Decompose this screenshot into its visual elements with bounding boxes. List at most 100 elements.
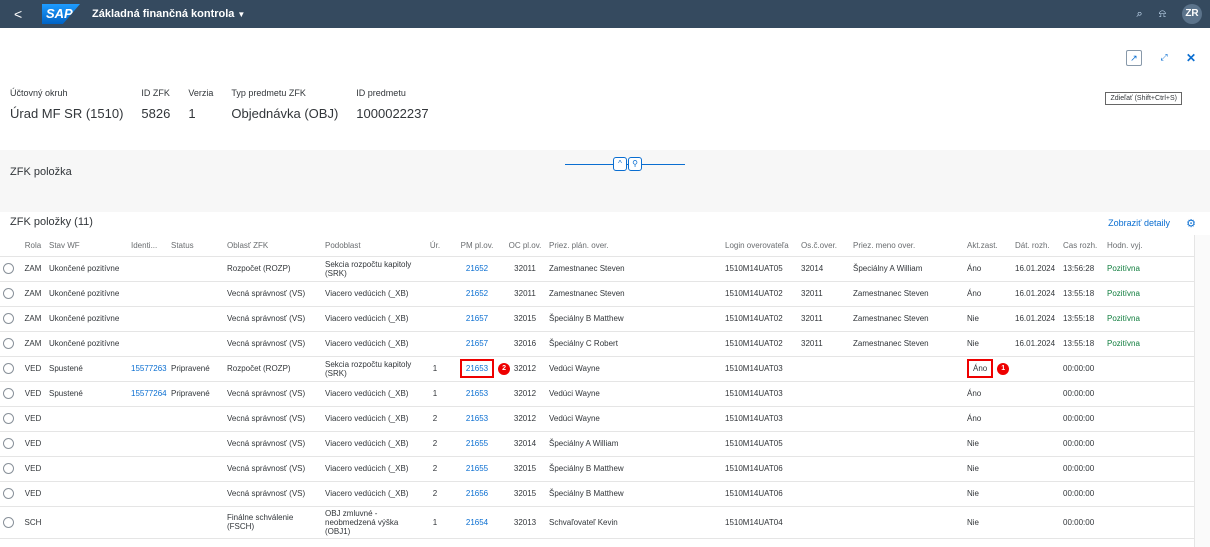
cell-text[interactable]: 15577263 bbox=[131, 364, 167, 373]
table-cell[interactable] bbox=[128, 456, 168, 482]
radio-button[interactable] bbox=[3, 313, 14, 324]
radio-button[interactable] bbox=[3, 388, 14, 399]
pin-header-button[interactable]: ⚲ bbox=[628, 157, 642, 171]
app-title-menu[interactable]: Základná finančná kontrola ▼ bbox=[92, 8, 245, 20]
table-cell[interactable]: 21654 bbox=[450, 506, 504, 539]
row-select-cell[interactable] bbox=[0, 406, 20, 432]
cell-text[interactable]: 15577264 bbox=[131, 389, 167, 398]
table-cell[interactable]: 21653 bbox=[450, 381, 504, 407]
close-icon[interactable]: ✕ bbox=[1186, 51, 1196, 65]
column-header[interactable]: Priez. meno over. bbox=[850, 235, 964, 257]
column-header[interactable]: Dát. rozh. bbox=[1012, 235, 1060, 257]
search-icon[interactable]: ⌕ bbox=[1137, 8, 1143, 21]
column-header[interactable]: Os.č.over. bbox=[798, 235, 850, 257]
cell-text[interactable]: 21657 bbox=[466, 314, 488, 323]
table-cell[interactable]: 21653 2 bbox=[450, 356, 511, 382]
column-header[interactable]: Stav WF bbox=[46, 235, 128, 257]
table-cell[interactable] bbox=[128, 406, 168, 432]
row-select-cell[interactable] bbox=[0, 481, 20, 507]
row-select-cell[interactable] bbox=[0, 431, 20, 457]
cell-text[interactable]: 21654 bbox=[466, 518, 488, 527]
cell-text[interactable]: 21655 bbox=[466, 439, 488, 448]
row-select-cell[interactable] bbox=[0, 256, 20, 282]
radio-button[interactable] bbox=[3, 438, 14, 449]
avatar[interactable]: ZR bbox=[1182, 4, 1202, 24]
column-header[interactable]: Priez. plán. over. bbox=[546, 235, 722, 257]
cell-text[interactable]: 21653 bbox=[459, 359, 495, 378]
table-cell[interactable]: 21656 bbox=[450, 481, 504, 507]
column-header[interactable]: Identi... bbox=[128, 235, 168, 257]
column-header[interactable]: Podoblast bbox=[322, 235, 420, 257]
table-cell[interactable] bbox=[128, 506, 168, 539]
column-header[interactable]: Oblasť ZFK bbox=[224, 235, 322, 257]
table-row[interactable]: ZAM Ukončené pozitívne Vecná správnosť (VS… bbox=[0, 331, 1210, 357]
radio-button[interactable] bbox=[3, 516, 14, 528]
cell-text[interactable]: 21653 bbox=[466, 414, 488, 423]
cell-text[interactable]: 21653 bbox=[466, 389, 488, 398]
radio-button[interactable] bbox=[3, 413, 14, 424]
column-header[interactable]: Rola bbox=[20, 235, 46, 257]
table-row[interactable]: ZAM Ukončené pozitívne Vecná správnosť (VS… bbox=[0, 281, 1210, 307]
cell-text[interactable]: 21652 bbox=[466, 264, 488, 273]
row-select-cell[interactable] bbox=[0, 331, 20, 357]
table-cell[interactable] bbox=[128, 281, 168, 307]
table-cell[interactable]: 21652 bbox=[450, 256, 504, 282]
table-row[interactable]: ZAM Ukončené pozitívne Rozpočet (ROZP) Sekc… bbox=[0, 256, 1210, 282]
row-select-cell[interactable] bbox=[0, 381, 20, 407]
row-select-cell[interactable] bbox=[0, 306, 20, 332]
column-header[interactable]: PM pl.ov. bbox=[450, 235, 504, 257]
cell-text[interactable]: 21652 bbox=[466, 289, 488, 298]
table-row[interactable]: VED Vecná správnosť (VS) Viacero vedúcich … bbox=[0, 406, 1210, 432]
table-row[interactable]: ZAM Ukončené pozitívne Vecná správnosť (VS… bbox=[0, 306, 1210, 332]
table-cell[interactable] bbox=[128, 431, 168, 457]
back-icon[interactable]: < bbox=[14, 6, 32, 22]
fullscreen-icon[interactable]: ⤢ bbox=[1156, 50, 1172, 66]
field-label: Účtovný okruh bbox=[10, 88, 68, 98]
table-cell[interactable] bbox=[128, 306, 168, 332]
table-row[interactable]: VED Spustené 15577263 Pripravené Rozpočet (R… bbox=[0, 356, 1210, 382]
column-header[interactable]: Cas rozh. bbox=[1060, 235, 1104, 257]
table-cell[interactable]: 15577264 bbox=[128, 381, 168, 407]
radio-button[interactable] bbox=[3, 488, 14, 499]
row-select-cell[interactable] bbox=[0, 456, 20, 482]
show-details-link[interactable]: Zobraziť detaily bbox=[1108, 218, 1170, 228]
column-header[interactable]: OC pl.ov. bbox=[504, 235, 546, 257]
radio-button[interactable] bbox=[3, 263, 14, 274]
table-cell[interactable]: 21655 bbox=[450, 456, 504, 482]
table-cell[interactable] bbox=[128, 331, 168, 357]
share-icon[interactable]: ↗ bbox=[1125, 50, 1142, 66]
cell-text[interactable]: 21656 bbox=[466, 489, 488, 498]
table-row[interactable]: SCH Finálne schválenie (FSCH) OBJ zmluvné … bbox=[0, 506, 1210, 539]
gear-icon[interactable]: ⚙ bbox=[1186, 217, 1196, 230]
column-header[interactable]: Úr. bbox=[420, 235, 450, 257]
cell-text[interactable]: 21655 bbox=[466, 464, 488, 473]
table-cell[interactable] bbox=[128, 256, 168, 282]
table-row[interactable]: VED Vecná správnosť (VS) Viacero vedúcich … bbox=[0, 456, 1210, 482]
table-row[interactable]: VED Vecná správnosť (VS) Viacero vedúcich … bbox=[0, 481, 1210, 507]
column-header[interactable]: Akt.zast. bbox=[964, 235, 1012, 257]
radio-button[interactable] bbox=[3, 338, 14, 349]
cell-text[interactable]: 21657 bbox=[466, 339, 488, 348]
column-header[interactable]: Hodn. vyj. bbox=[1104, 235, 1160, 257]
table-cell[interactable]: 21652 bbox=[450, 281, 504, 307]
collapse-header-button[interactable]: ^ bbox=[613, 157, 627, 171]
radio-button[interactable] bbox=[3, 363, 14, 374]
table-cell[interactable]: 15577263 bbox=[128, 356, 168, 382]
row-select-cell[interactable] bbox=[0, 506, 20, 539]
radio-button[interactable] bbox=[3, 288, 14, 299]
bell-icon[interactable]: ⍾ bbox=[1159, 8, 1166, 21]
sap-logo[interactable]: SAP bbox=[42, 4, 80, 24]
table-cell[interactable] bbox=[128, 481, 168, 507]
table-cell[interactable]: 21653 bbox=[450, 406, 504, 432]
table-row[interactable]: VED Vecná správnosť (VS) Viacero vedúcich … bbox=[0, 431, 1210, 457]
vertical-scrollbar[interactable] bbox=[1194, 235, 1210, 547]
table-cell[interactable]: 21657 bbox=[450, 331, 504, 357]
table-cell[interactable]: 21655 bbox=[450, 431, 504, 457]
column-header[interactable]: Status bbox=[168, 235, 224, 257]
radio-button[interactable] bbox=[3, 463, 14, 474]
row-select-cell[interactable] bbox=[0, 281, 20, 307]
row-select-cell[interactable] bbox=[0, 356, 20, 382]
column-header[interactable]: Login overovateľa bbox=[722, 235, 798, 257]
table-row[interactable]: VED Spustené 15577264 Pripravené Vecná správ… bbox=[0, 381, 1210, 407]
table-cell[interactable]: 21657 bbox=[450, 306, 504, 332]
